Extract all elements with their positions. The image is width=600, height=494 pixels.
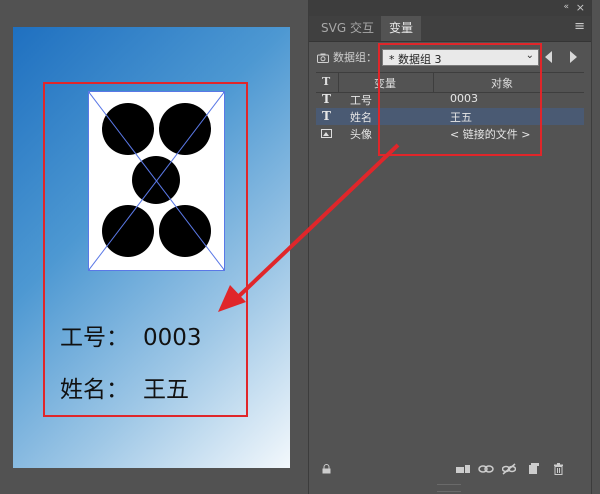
annotation-arrow: [218, 143, 400, 312]
